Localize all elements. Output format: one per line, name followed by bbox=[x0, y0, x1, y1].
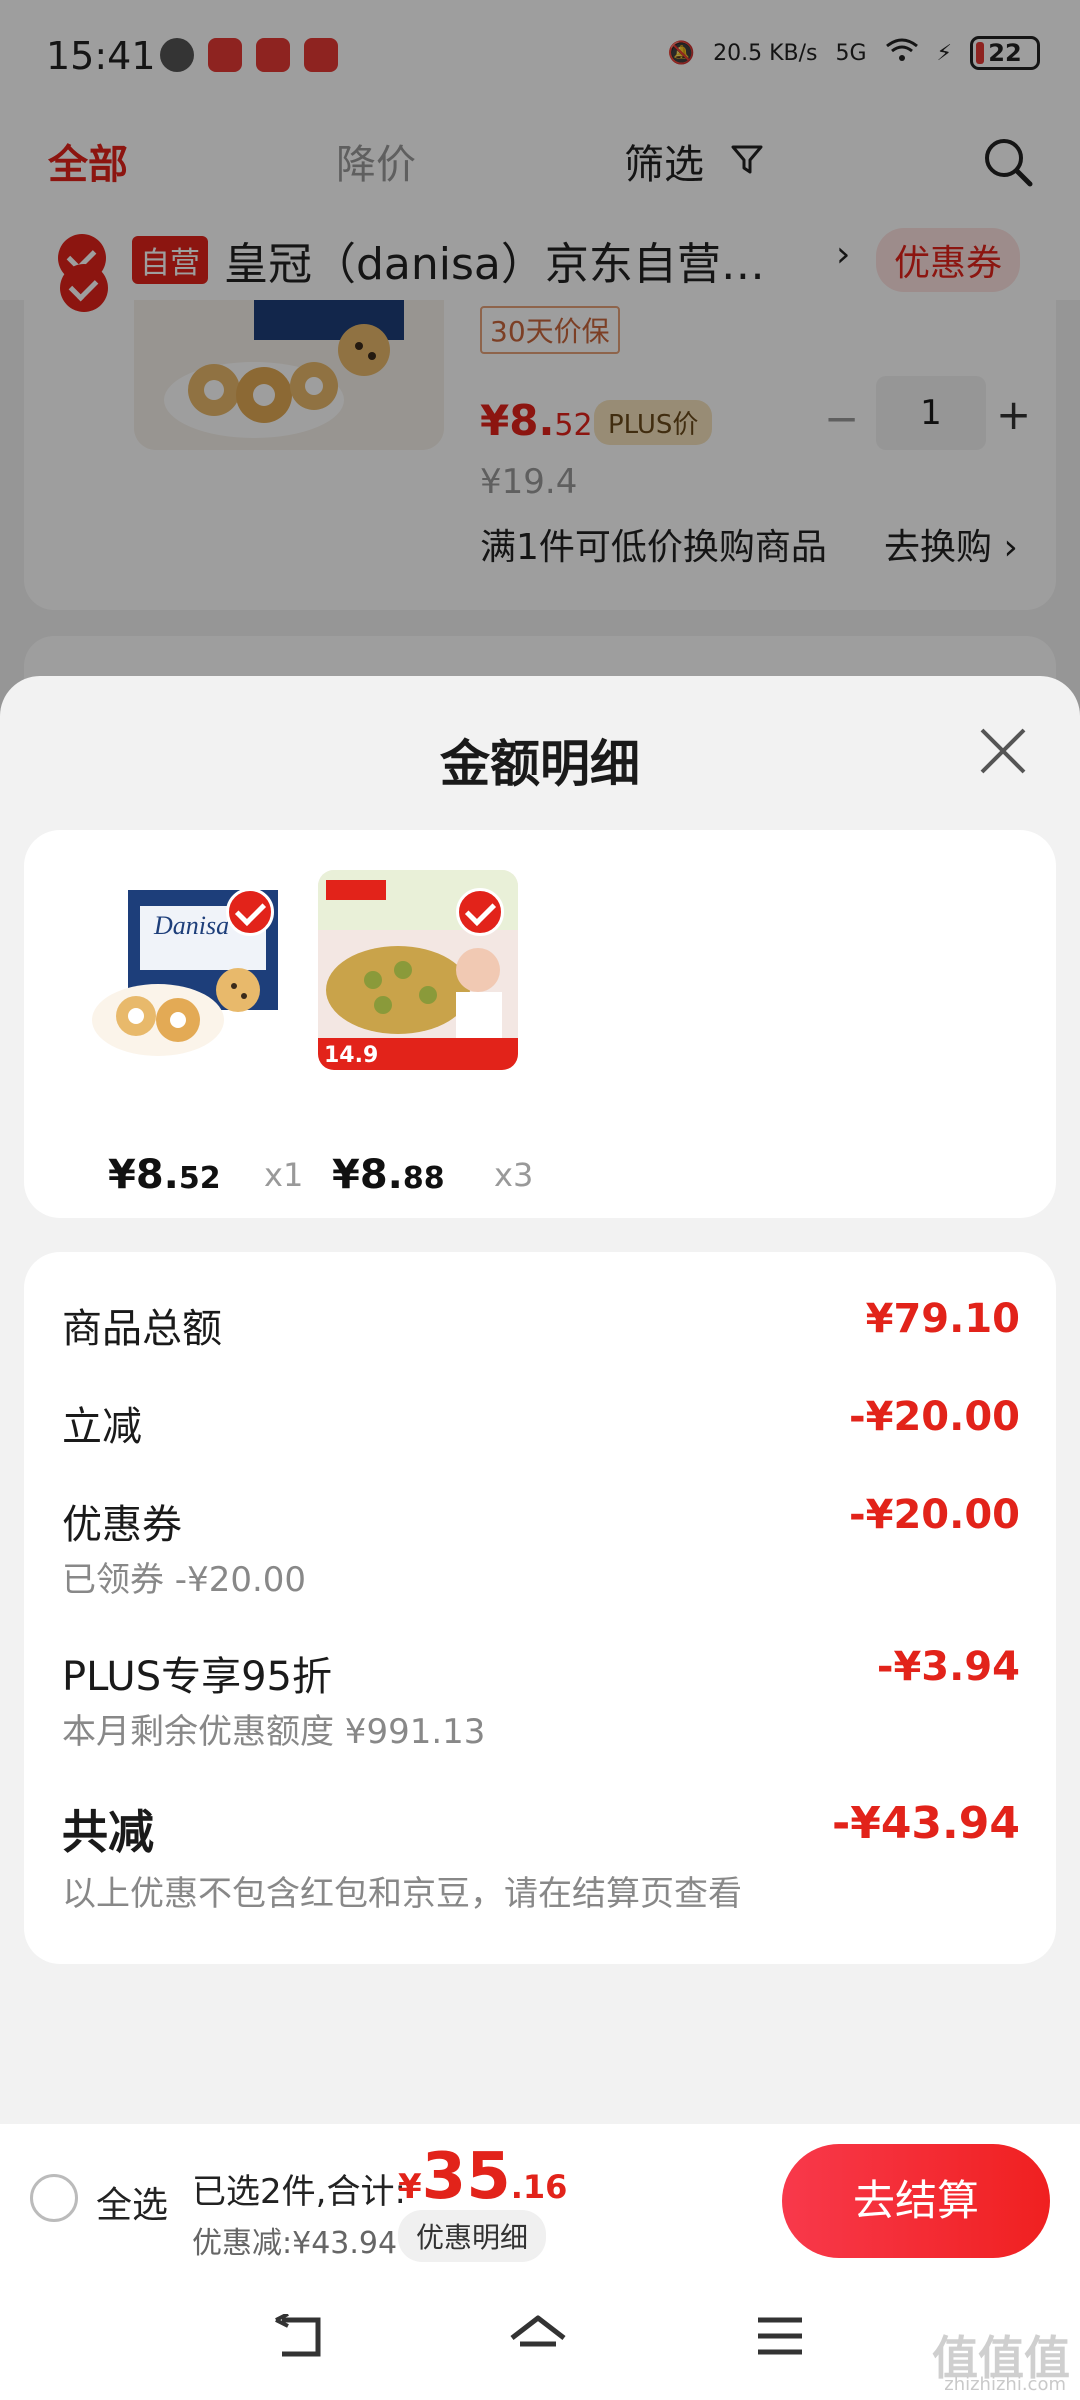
price-int: ¥8. bbox=[332, 1152, 403, 1198]
item-selected-check-icon bbox=[226, 888, 274, 936]
item-quantity: x1 bbox=[264, 1156, 304, 1194]
checkout-bar: 全选 已选2件,合计: ¥35.16 优惠减:¥43.94 优惠明细 去结算 bbox=[0, 2124, 1080, 2274]
back-icon[interactable] bbox=[272, 2314, 324, 2360]
item-selected-check-icon bbox=[456, 888, 504, 936]
price-int: ¥8. bbox=[108, 1152, 179, 1198]
coupon-value: -¥20.00 bbox=[849, 1492, 1020, 1538]
total-discount-label: 共减 bbox=[62, 1805, 154, 1859]
svg-text:14.9: 14.9 bbox=[324, 1043, 378, 1068]
home-icon[interactable] bbox=[508, 2314, 568, 2360]
discount-detail-button[interactable]: 优惠明细 bbox=[398, 2210, 547, 2262]
total-int: 35 bbox=[421, 2140, 511, 2214]
goods-total-label: 商品总额 bbox=[62, 1306, 222, 1352]
select-all-checkbox[interactable] bbox=[30, 2174, 78, 2222]
item-unit-price: ¥8.52 bbox=[108, 1152, 221, 1198]
coupon-label: 优惠券 bbox=[62, 1502, 182, 1548]
item-thumbnail: Danisa bbox=[88, 870, 288, 1070]
amount-breakdown-card: 商品总额 ¥79.10 立减 -¥20.00 优惠券 -¥20.00 已领券 -… bbox=[24, 1252, 1056, 1964]
item-quantity: x3 bbox=[494, 1156, 534, 1194]
plus-discount-value: -¥3.94 bbox=[876, 1644, 1020, 1690]
total-discount-note: 以上优惠不包含红包和京豆，请在结算页查看 bbox=[62, 1874, 742, 1914]
svg-text:Danisa: Danisa bbox=[153, 911, 229, 940]
discount-summary: 优惠减:¥43.94 bbox=[192, 2226, 398, 2261]
total-frac: .16 bbox=[510, 2168, 568, 2206]
coupon-subtext: 已领券 -¥20.00 bbox=[62, 1560, 307, 1600]
price-frac: 88 bbox=[402, 1161, 445, 1196]
amount-detail-sheet: 金额明细 Danisa ¥8.52 x1 14.9 ¥8.88 x3 商品总额 … bbox=[0, 676, 1080, 2124]
sheet-title: 金额明细 bbox=[440, 735, 640, 793]
goods-total-value: ¥79.10 bbox=[865, 1296, 1020, 1342]
close-icon[interactable] bbox=[978, 726, 1028, 780]
plus-discount-label: PLUS专享95折 bbox=[62, 1654, 332, 1700]
instant-discount-label: 立减 bbox=[62, 1404, 142, 1450]
item-thumbnail: 14.9 bbox=[318, 870, 518, 1070]
menu-icon[interactable] bbox=[756, 2314, 804, 2360]
selected-count-text: 已选2件,合计: bbox=[192, 2172, 406, 2212]
total-price: ¥35.16 bbox=[398, 2140, 567, 2214]
item-unit-price: ¥8.88 bbox=[332, 1152, 445, 1198]
selected-items-card: Danisa ¥8.52 x1 14.9 ¥8.88 x3 bbox=[24, 830, 1056, 1218]
checkout-button[interactable]: 去结算 bbox=[782, 2144, 1050, 2258]
price-frac: 52 bbox=[178, 1161, 221, 1196]
watermark-url: zhizhizhi.com bbox=[944, 2374, 1066, 2395]
total-discount-value: -¥43.94 bbox=[831, 1798, 1020, 1849]
instant-discount-value: -¥20.00 bbox=[849, 1394, 1020, 1440]
plus-quota-subtext: 本月剩余优惠额度 ¥991.13 bbox=[62, 1712, 486, 1752]
system-nav-bar bbox=[0, 2274, 1080, 2400]
select-all-label[interactable]: 全选 bbox=[96, 2176, 168, 2228]
total-symbol: ¥ bbox=[398, 2167, 422, 2207]
